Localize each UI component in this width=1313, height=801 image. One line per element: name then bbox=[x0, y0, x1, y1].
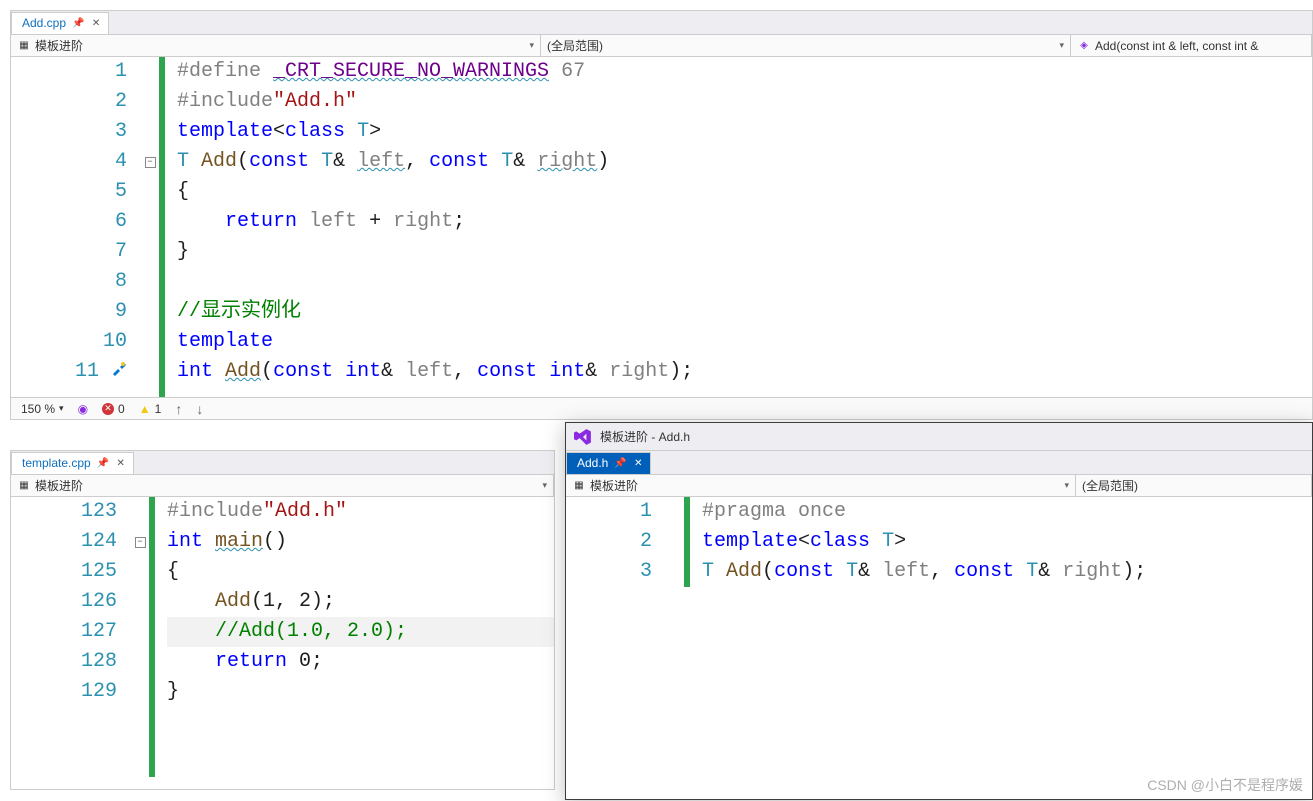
close-icon[interactable]: ✕ bbox=[115, 458, 127, 469]
tab-bar: template.cpp 📌 ✕ bbox=[11, 451, 554, 475]
code-area[interactable]: 1234567891011 − #define _CRT_SECURE_NO_W… bbox=[11, 57, 1312, 397]
tab-bar: Add.h 📌 ✕ bbox=[566, 451, 1312, 475]
tab-label: template.cpp bbox=[22, 456, 91, 470]
watermark: CSDN @小白不是程序媛 bbox=[1147, 775, 1303, 795]
dropdown-label: (全局范围) bbox=[547, 37, 603, 54]
status-bar: 150 % ▾ ◉ ✕ 0 ▲ 1 ↑ ↓ bbox=[11, 397, 1312, 419]
chevron-down-icon: ▾ bbox=[59, 403, 64, 414]
dropdown-label: (全局范围) bbox=[1082, 477, 1138, 494]
scope-dropdown-project[interactable]: ▦ 模板进阶 ▾ bbox=[11, 35, 541, 56]
scope-dropdown-global[interactable]: (全局范围) bbox=[1076, 475, 1312, 496]
dropdown-label: 模板进阶 bbox=[590, 477, 638, 494]
visual-studio-icon bbox=[574, 428, 592, 446]
tab-template-cpp[interactable]: template.cpp 📌 ✕ bbox=[11, 452, 134, 474]
code-lines[interactable]: #define _CRT_SECURE_NO_WARNINGS 67#inclu… bbox=[165, 57, 1312, 397]
scope-dropdown-project[interactable]: ▦ 模板进阶 ▾ bbox=[11, 475, 554, 496]
scope-dropdown-project[interactable]: ▦ 模板进阶 ▾ bbox=[566, 475, 1076, 496]
window-title-bar[interactable]: 模板进阶 - Add.h bbox=[566, 423, 1312, 451]
fold-toggle[interactable]: − bbox=[145, 157, 156, 168]
zoom-level: 150 % bbox=[21, 402, 55, 416]
zoom-selector[interactable]: 150 % ▾ bbox=[21, 402, 64, 416]
nav-up[interactable]: ↑ bbox=[175, 401, 182, 417]
fold-toggle[interactable]: − bbox=[135, 537, 146, 548]
project-icon: ▦ bbox=[17, 39, 31, 53]
navigation-bar: ▦ 模板进阶 ▾ (全局范围) bbox=[566, 475, 1312, 497]
scope-dropdown-method[interactable]: ◈ Add(const int & left, const int & bbox=[1071, 35, 1312, 56]
dropdown-label: Add(const int & left, const int & bbox=[1095, 39, 1258, 53]
chevron-down-icon: ▾ bbox=[1064, 480, 1069, 491]
editor-panel-template-cpp: template.cpp 📌 ✕ ▦ 模板进阶 ▾ 12312412512612… bbox=[10, 450, 555, 790]
tab-add-cpp[interactable]: Add.cpp 📌 ✕ bbox=[11, 12, 109, 34]
intellisense-icon[interactable]: ◉ bbox=[78, 402, 88, 416]
code-area[interactable]: 123 #pragma oncetemplate<class T>T Add(c… bbox=[566, 497, 1312, 797]
fold-column: − bbox=[131, 497, 149, 777]
project-icon: ▦ bbox=[17, 479, 31, 493]
warning-count[interactable]: ▲ 1 bbox=[139, 402, 162, 416]
tab-label: Add.cpp bbox=[22, 16, 66, 30]
navigation-bar: ▦ 模板进阶 ▾ bbox=[11, 475, 554, 497]
pin-icon[interactable]: 📌 bbox=[614, 458, 626, 469]
fold-column: − bbox=[141, 57, 159, 397]
code-lines[interactable]: #include"Add.h"int main(){ Add(1, 2); //… bbox=[155, 497, 554, 777]
editor-panel-add-cpp: Add.cpp 📌 ✕ ▦ 模板进阶 ▾ (全局范围) ▾ ◈ Add(cons… bbox=[10, 10, 1313, 420]
method-icon: ◈ bbox=[1077, 39, 1091, 53]
nav-down[interactable]: ↓ bbox=[196, 401, 203, 417]
scope-dropdown-global[interactable]: (全局范围) ▾ bbox=[541, 35, 1071, 56]
warning-icon: ▲ bbox=[139, 402, 151, 416]
line-number-gutter: 1234567891011 bbox=[11, 57, 141, 397]
floating-editor-window[interactable]: 模板进阶 - Add.h Add.h 📌 ✕ ▦ 模板进阶 ▾ (全局范围) 1… bbox=[565, 422, 1313, 800]
navigation-bar: ▦ 模板进阶 ▾ (全局范围) ▾ ◈ Add(const int & left… bbox=[11, 35, 1312, 57]
arrow-down-icon: ↓ bbox=[196, 401, 203, 417]
fold-column bbox=[666, 497, 684, 797]
project-icon: ▦ bbox=[572, 479, 586, 493]
code-lines[interactable]: #pragma oncetemplate<class T>T Add(const… bbox=[690, 497, 1312, 797]
tab-bar: Add.cpp 📌 ✕ bbox=[11, 11, 1312, 35]
tab-label: Add.h bbox=[577, 456, 608, 470]
error-count[interactable]: ✕ 0 bbox=[102, 402, 125, 416]
chevron-down-icon: ▾ bbox=[1059, 40, 1064, 51]
pin-icon[interactable]: 📌 bbox=[72, 18, 84, 29]
close-icon[interactable]: ✕ bbox=[90, 18, 102, 29]
dropdown-label: 模板进阶 bbox=[35, 477, 83, 494]
chevron-down-icon: ▾ bbox=[542, 480, 547, 491]
error-icon: ✕ bbox=[102, 403, 114, 415]
pin-icon[interactable]: 📌 bbox=[97, 458, 109, 469]
code-area[interactable]: 123124125126127128129 − #include"Add.h"i… bbox=[11, 497, 554, 777]
arrow-up-icon: ↑ bbox=[175, 401, 182, 417]
line-number-gutter: 123 bbox=[566, 497, 666, 797]
window-title: 模板进阶 - Add.h bbox=[600, 428, 690, 445]
dropdown-label: 模板进阶 bbox=[35, 37, 83, 54]
line-number-gutter: 123124125126127128129 bbox=[11, 497, 131, 777]
tab-add-h[interactable]: Add.h 📌 ✕ bbox=[566, 452, 651, 474]
chevron-down-icon: ▾ bbox=[529, 40, 534, 51]
close-icon[interactable]: ✕ bbox=[632, 458, 644, 469]
